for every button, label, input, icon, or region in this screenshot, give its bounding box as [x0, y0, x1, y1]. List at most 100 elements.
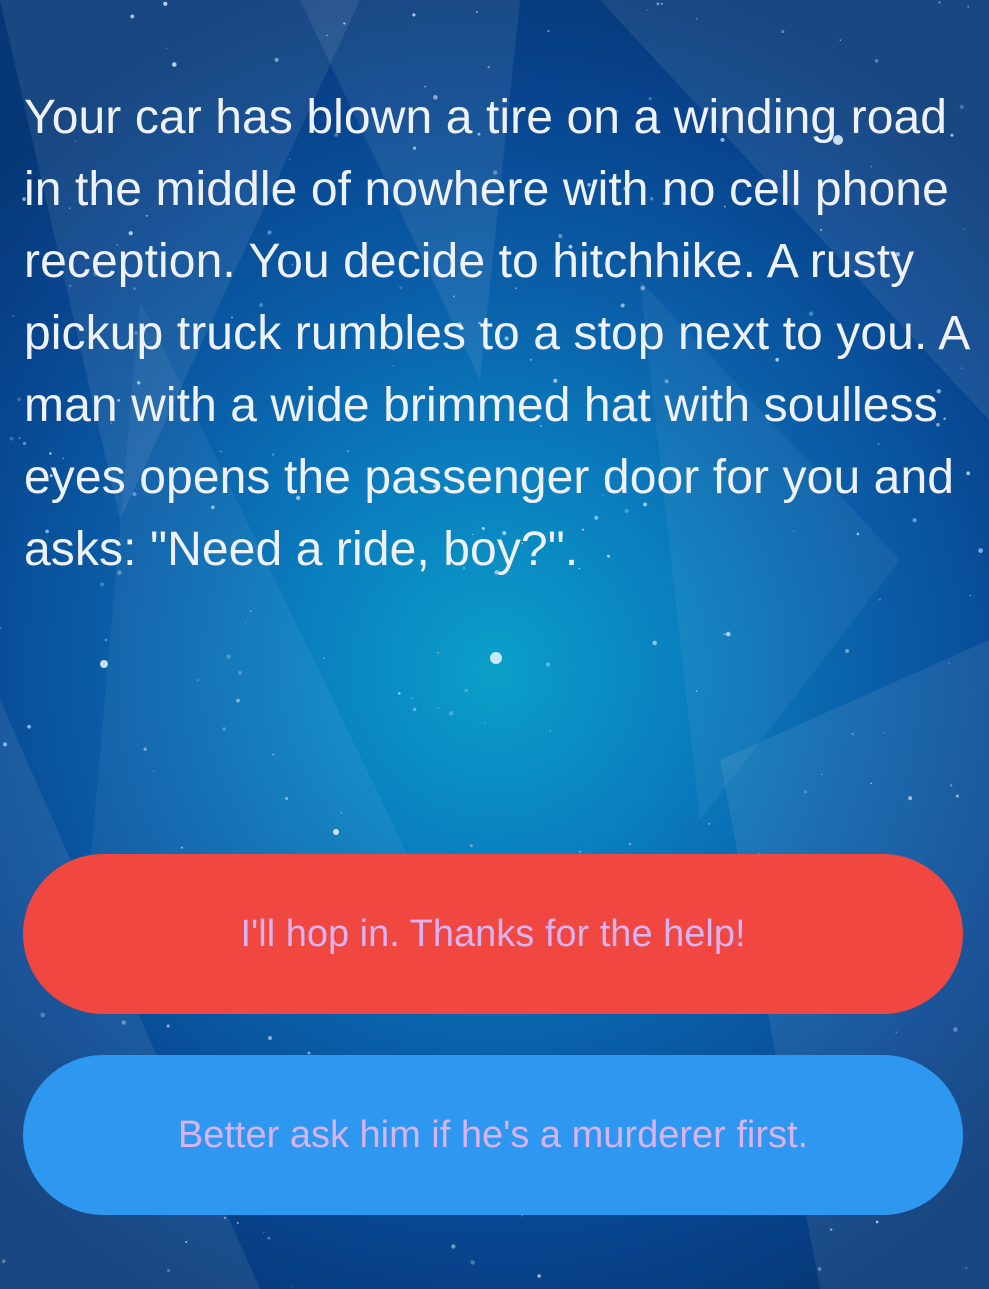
star [953, 1027, 958, 1032]
star [17, 397, 21, 402]
star [656, 2, 660, 6]
star [285, 796, 289, 800]
star [845, 648, 850, 654]
star [18, 437, 21, 440]
star [874, 59, 879, 63]
star [646, 9, 648, 11]
star [476, 11, 478, 14]
star [238, 671, 242, 675]
star [411, 697, 414, 700]
star [343, 22, 346, 25]
star [222, 727, 226, 731]
star [725, 631, 731, 637]
star [226, 654, 231, 659]
star [695, 690, 698, 692]
star [196, 679, 200, 682]
star [307, 1051, 311, 1055]
star [948, 662, 950, 664]
star [0, 626, 2, 630]
choice-ask-murderer-button[interactable]: Better ask him if he's a murderer first. [23, 1055, 963, 1215]
star [163, 1, 168, 6]
star [236, 698, 240, 703]
star [965, 1266, 968, 1269]
star [549, 730, 552, 732]
story-text: Your car has blown a tire on a winding r… [24, 91, 968, 576]
star [326, 34, 328, 37]
star [451, 1244, 456, 1249]
star [955, 794, 959, 798]
star [469, 844, 473, 848]
star [437, 651, 440, 654]
star [537, 1274, 541, 1278]
star [323, 657, 325, 659]
star [121, 1020, 126, 1025]
star [267, 1236, 271, 1240]
star [660, 2, 663, 5]
star [578, 850, 582, 854]
star [185, 1240, 188, 1243]
star [412, 707, 417, 712]
star [166, 47, 168, 49]
star [180, 846, 183, 849]
star [223, 1216, 227, 1220]
star [130, 14, 135, 19]
star [875, 1220, 879, 1224]
choice-hop-in-button[interactable]: I'll hop in. Thanks for the help! [23, 854, 963, 1014]
star [839, 39, 841, 41]
star [1, 1259, 6, 1263]
star [250, 610, 252, 612]
star [547, 29, 550, 33]
star [723, 633, 726, 636]
star [437, 707, 439, 709]
star [978, 548, 983, 553]
star [803, 790, 808, 794]
star [340, 811, 343, 814]
star [781, 30, 785, 34]
star [908, 796, 913, 801]
star [546, 662, 551, 667]
star [895, 1031, 898, 1033]
star [521, 1214, 524, 1217]
star [829, 1228, 833, 1231]
bright-star [490, 652, 502, 664]
star [817, 1267, 822, 1271]
star [9, 436, 14, 441]
star [695, 17, 698, 20]
star [152, 770, 155, 772]
star [938, 1, 941, 4]
star [236, 1221, 239, 1224]
star [166, 1024, 170, 1028]
star [883, 731, 886, 734]
star [708, 822, 711, 825]
star [870, 782, 873, 785]
star [267, 1036, 273, 1041]
star [464, 688, 469, 693]
star [629, 843, 631, 846]
star [172, 62, 177, 67]
star [263, 1232, 265, 1234]
star [878, 598, 882, 601]
star [652, 640, 657, 646]
star [967, 5, 969, 8]
star [470, 1260, 475, 1265]
star [290, 1286, 292, 1288]
star [40, 1012, 46, 1018]
star [949, 784, 953, 787]
star [484, 722, 486, 724]
star [969, 594, 971, 597]
star [167, 1269, 170, 1272]
star [398, 692, 401, 695]
star [12, 315, 15, 318]
star [27, 724, 31, 729]
star [274, 57, 279, 62]
star [487, 66, 490, 69]
star [244, 621, 246, 624]
star [851, 732, 854, 736]
star [448, 711, 454, 716]
bright-star [333, 829, 339, 835]
star [272, 753, 275, 756]
star [143, 747, 147, 751]
star [104, 638, 108, 642]
star [3, 742, 7, 747]
star [412, 13, 416, 17]
